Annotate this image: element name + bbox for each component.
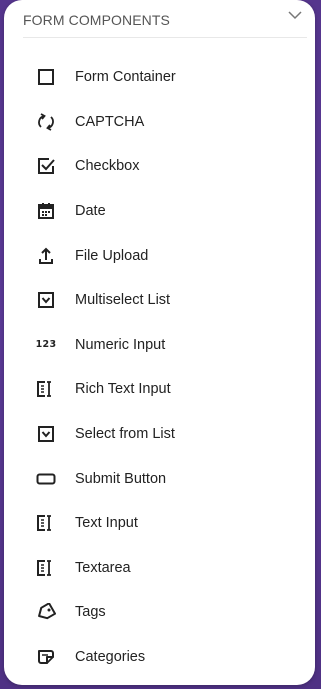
component-label: Select from List <box>75 426 175 443</box>
form-components-panel: FORM COMPONENTS Form Container CAPTCHA C… <box>4 0 315 685</box>
component-item-textarea[interactable]: Textarea <box>4 546 315 591</box>
text-field-icon <box>35 557 57 579</box>
component-item-file-upload[interactable]: File Upload <box>4 233 315 278</box>
checkbox-checked-icon <box>35 155 57 177</box>
component-label: Checkbox <box>75 158 140 175</box>
component-label: Form Container <box>75 69 176 86</box>
upload-icon <box>35 245 57 267</box>
component-label: Text Input <box>75 515 138 532</box>
panel-header[interactable]: FORM COMPONENTS <box>23 0 307 38</box>
component-item-form-container[interactable]: Form Container <box>4 55 315 100</box>
text-field-icon <box>35 512 57 534</box>
component-item-submit-button[interactable]: Submit Button <box>4 456 315 501</box>
collapse-button[interactable] <box>283 4 307 28</box>
numeric-123-icon: 123 <box>35 339 57 351</box>
component-item-text-input[interactable]: Text Input <box>4 501 315 546</box>
dropdown-box-icon <box>35 423 57 445</box>
category-icon <box>35 646 57 668</box>
square-outline-icon <box>35 66 57 88</box>
tag-icon <box>35 601 57 623</box>
component-item-captcha[interactable]: CAPTCHA <box>4 100 315 145</box>
component-label: Tags <box>75 604 106 621</box>
component-label: Textarea <box>75 559 131 576</box>
component-label: Multiselect List <box>75 292 171 309</box>
component-item-tags[interactable]: Tags <box>4 590 315 635</box>
calendar-icon <box>35 200 57 222</box>
component-item-checkbox[interactable]: Checkbox <box>4 144 315 189</box>
component-label: Submit Button <box>75 470 167 487</box>
component-item-numeric-input[interactable]: 123 Numeric Input <box>4 323 315 368</box>
component-label: CAPTCHA <box>75 113 145 130</box>
component-item-date[interactable]: Date <box>4 189 315 234</box>
component-label: Categories <box>75 649 146 666</box>
component-label: Date <box>75 203 106 220</box>
panel-title: FORM COMPONENTS <box>23 11 170 28</box>
component-label: Numeric Input <box>75 336 166 353</box>
component-label: Rich Text Input <box>75 381 171 398</box>
component-item-rich-text-input[interactable]: Rich Text Input <box>4 367 315 412</box>
chevron-down-icon <box>288 11 302 20</box>
component-item-categories[interactable]: Categories <box>4 635 315 680</box>
text-field-icon <box>35 378 57 400</box>
refresh-icon <box>35 111 57 133</box>
dropdown-box-icon <box>35 289 57 311</box>
button-outline-icon <box>35 468 57 490</box>
component-list: Form Container CAPTCHA Checkbox Date Fil… <box>4 55 315 679</box>
component-item-multiselect-list[interactable]: Multiselect List <box>4 278 315 323</box>
component-item-select-from-list[interactable]: Select from List <box>4 412 315 457</box>
component-label: File Upload <box>75 247 149 264</box>
